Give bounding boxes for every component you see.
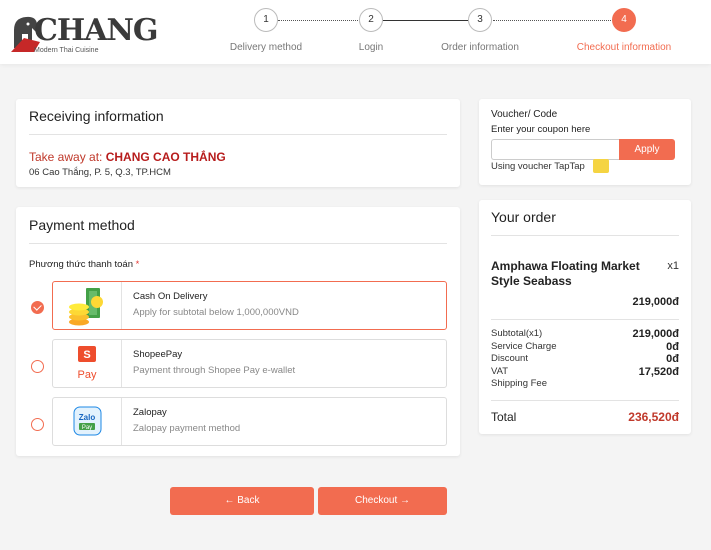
step-checkout-information[interactable]: 4 Checkout information <box>564 8 684 53</box>
total-label: Total <box>491 410 517 424</box>
payment-option-shopeepay[interactable]: S Pay ShopeePay Payment through Shopee P… <box>52 339 447 388</box>
step-login[interactable]: 2 Login <box>311 8 431 53</box>
payment-title: Payment method <box>29 217 135 233</box>
store-address: 06 Cao Thắng, P. 5, Q.3, TP.HCM <box>29 167 171 178</box>
order-item-name: Amphawa Floating Market Style Seabass <box>491 259 640 288</box>
payment-option-cash-on-delivery[interactable]: Cash On Delivery Apply for subtotal belo… <box>52 281 447 330</box>
step-label: Login <box>358 42 384 53</box>
divider <box>491 400 679 401</box>
total-value: 236,520đ <box>628 410 679 424</box>
order-item-price: 219,000đ <box>632 296 679 308</box>
svg-text:Pay: Pay <box>78 369 97 381</box>
option-title: Zalopay <box>133 407 167 418</box>
summary-value: 0đ <box>666 353 679 365</box>
radio-shopeepay[interactable] <box>31 360 44 373</box>
step-number: 3 <box>468 8 492 32</box>
summary-label: VAT <box>491 366 509 377</box>
payment-option-zalopay[interactable]: Zalo Pay Zalopay Zalopay payment method <box>52 397 447 446</box>
summary-label: Service Charge <box>491 341 557 352</box>
svg-text:Zalo: Zalo <box>79 413 96 422</box>
divider <box>491 319 679 320</box>
summary-value: 0đ <box>666 341 679 353</box>
option-desc: Zalopay payment method <box>133 423 241 434</box>
svg-text:S: S <box>83 349 90 361</box>
step-label: Order information <box>441 42 519 53</box>
step-label: Delivery method <box>229 42 303 53</box>
take-away-label: Take away at: <box>29 150 103 164</box>
radio-zalopay[interactable] <box>31 418 44 431</box>
taptap-logo-icon[interactable] <box>593 159 609 173</box>
summary-label: Discount <box>491 353 528 364</box>
step-delivery-method[interactable]: 1 Delivery method <box>206 8 326 53</box>
step-number: 1 <box>254 8 278 32</box>
payment-method-card: Payment method Phương thức thanh toán * … <box>16 207 460 456</box>
option-title: ShopeePay <box>133 349 183 360</box>
svg-text:Pay: Pay <box>82 425 92 431</box>
checkout-button[interactable]: Checkout → <box>318 487 447 515</box>
step-order-information[interactable]: 3 Order information <box>420 8 540 53</box>
header: CHANG Modern Thai Cuisine 1 Delivery met… <box>0 0 711 64</box>
divider <box>29 134 447 135</box>
summary-row-shipping-fee: Shipping Fee <box>491 378 679 391</box>
summary-label: Shipping Fee <box>491 378 547 389</box>
summary-value: 17,520đ <box>638 366 679 378</box>
summary-label: Subtotal(x1) <box>491 328 543 339</box>
shopeepay-icon: S Pay <box>53 340 122 387</box>
step-label: Checkout information <box>576 42 672 53</box>
back-button[interactable]: ← Back <box>170 487 314 515</box>
required-mark: * <box>135 259 140 270</box>
payment-subtitle-text: Phương thức thanh toán <box>29 259 133 270</box>
divider <box>491 235 679 236</box>
option-desc: Payment through Shopee Pay e-wallet <box>133 365 296 376</box>
voucher-card: Voucher/ Code Enter your coupon here App… <box>479 99 691 185</box>
order-item-qty: x1 <box>667 260 679 272</box>
summary-row-subtotal: Subtotal(x1) 219,000đ <box>491 328 679 341</box>
option-desc: Apply for subtotal below 1,000,000VND <box>133 307 299 318</box>
checkout-steps: 1 Delivery method 2 Login 3 Order inform… <box>0 0 711 64</box>
taptap-voucher-text[interactable]: Using voucher TapTap <box>491 161 585 172</box>
coupon-input[interactable] <box>491 139 619 160</box>
receiving-title: Receiving information <box>29 108 164 124</box>
order-title: Your order <box>491 209 556 225</box>
your-order-card: Your order Amphawa Floating Market Style… <box>479 200 691 434</box>
cash-icon <box>53 282 122 329</box>
summary-value: 219,000đ <box>632 328 679 340</box>
payment-subtitle: Phương thức thanh toán * <box>29 259 139 270</box>
step-number: 4 <box>612 8 636 32</box>
receiving-information-card: Receiving information Take away at: CHAN… <box>16 99 460 187</box>
take-away-line: Take away at: CHANG CAO THẮNG <box>29 150 226 164</box>
zalopay-icon: Zalo Pay <box>53 398 122 445</box>
option-title: Cash On Delivery <box>133 291 208 302</box>
voucher-subtitle: Enter your coupon here <box>491 124 591 135</box>
step-number: 2 <box>359 8 383 32</box>
divider <box>29 243 447 244</box>
apply-button[interactable]: Apply <box>619 139 675 160</box>
store-name: CHANG CAO THẮNG <box>105 150 226 164</box>
voucher-title: Voucher/ Code <box>491 109 558 120</box>
summary-row-discount: Discount 0đ <box>491 353 679 366</box>
radio-cash-on-delivery[interactable] <box>31 301 44 314</box>
